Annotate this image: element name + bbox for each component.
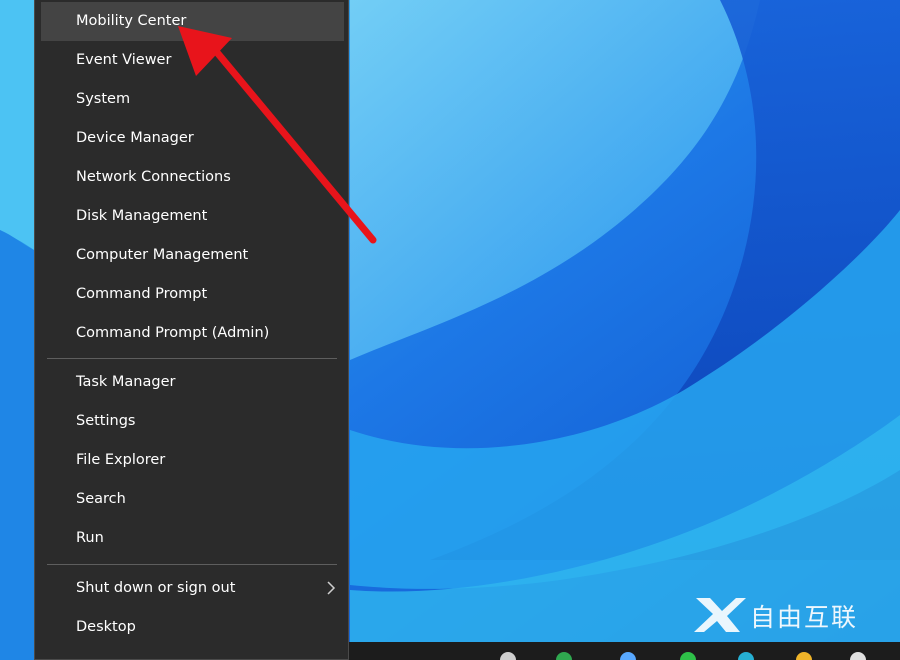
menu-item-event-viewer[interactable]: Event Viewer (41, 41, 344, 80)
menu-item-label: Desktop (76, 619, 136, 635)
menu-item-label: Search (76, 491, 126, 507)
menu-item-run[interactable]: Run (41, 519, 344, 558)
menu-separator (47, 358, 337, 359)
menu-item-command-prompt-admin[interactable]: Command Prompt (Admin) (41, 314, 344, 353)
menu-item-label: Disk Management (76, 208, 208, 224)
menu-item-computer-management[interactable]: Computer Management (41, 236, 344, 275)
x-logo-icon (694, 598, 746, 632)
menu-item-label: Run (76, 530, 104, 546)
menu-item-label: Task Manager (76, 374, 176, 390)
menu-item-search[interactable]: Search (41, 480, 344, 519)
menu-item-disk-management[interactable]: Disk Management (41, 197, 344, 236)
menu-item-label: Computer Management (76, 247, 249, 263)
watermark: 自由互联 (692, 594, 882, 634)
menu-item-network-connections[interactable]: Network Connections (41, 158, 344, 197)
menu-item-task-manager[interactable]: Task Manager (41, 363, 344, 402)
menu-item-label: Settings (76, 413, 136, 429)
menu-item-label: Shut down or sign out (76, 580, 236, 596)
menu-item-label: Command Prompt (Admin) (76, 325, 270, 341)
menu-item-desktop[interactable]: Desktop (41, 608, 344, 647)
winx-power-menu: Mobility Center Event Viewer System Device … (34, 0, 349, 660)
menu-item-command-prompt[interactable]: Command Prompt (41, 275, 344, 314)
chevron-right-icon (327, 581, 336, 595)
menu-item-label: Event Viewer (76, 52, 172, 68)
menu-separator (47, 564, 337, 565)
watermark-text: 自由互联 (750, 603, 859, 632)
menu-item-label: Mobility Center (76, 13, 187, 29)
menu-item-device-manager[interactable]: Device Manager (41, 119, 344, 158)
menu-item-shut-down[interactable]: Shut down or sign out (41, 569, 344, 608)
menu-item-settings[interactable]: Settings (41, 402, 344, 441)
menu-item-system[interactable]: System (41, 80, 344, 119)
menu-item-label: System (76, 91, 131, 107)
menu-item-label: Device Manager (76, 130, 194, 146)
menu-item-label: Command Prompt (76, 286, 208, 302)
menu-item-label: File Explorer (76, 452, 166, 468)
menu-item-file-explorer[interactable]: File Explorer (41, 441, 344, 480)
menu-item-label: Network Connections (76, 169, 231, 185)
menu-item-mobility-center[interactable]: Mobility Center (41, 2, 344, 41)
